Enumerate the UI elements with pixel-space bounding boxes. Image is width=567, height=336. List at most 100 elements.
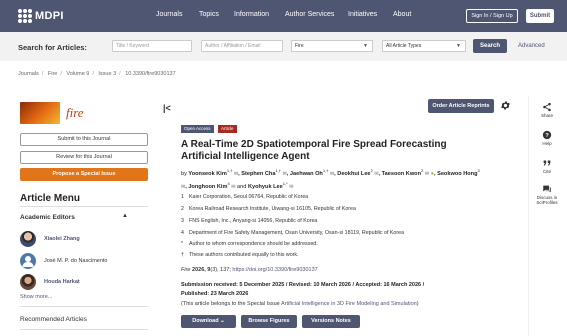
author-sup: 1,* xyxy=(282,180,288,186)
special-issue-link[interactable]: Artificial Intelligence in 3D Fire Model… xyxy=(281,301,417,307)
breadcrumb-issue[interactable]: Issue 3 xyxy=(98,71,116,77)
mdpi-logo[interactable]: MDPI xyxy=(18,7,64,25)
affiliation: 1 Kaier Corporation, Seoul 06764, Republi… xyxy=(181,194,308,200)
help-label: Help xyxy=(542,141,552,146)
avatar xyxy=(20,274,36,290)
gear-icon[interactable] xyxy=(500,100,511,111)
divider xyxy=(20,206,148,207)
recommended-articles-heading[interactable]: Recommended Articles xyxy=(20,316,87,323)
author-affiliation-input[interactable]: Author / Affiliation / Email xyxy=(201,40,283,52)
envelope-icon[interactable]: ✉ xyxy=(181,184,185,190)
author-sup: 3 xyxy=(477,168,480,173)
author-name[interactable]: Deokhui Lee xyxy=(337,171,370,177)
help-action[interactable]: ? Help xyxy=(529,130,565,146)
author-sup: 1,† xyxy=(322,168,329,173)
divider xyxy=(20,329,148,330)
submit-button[interactable]: Submit xyxy=(526,9,554,23)
citation-journal: Fire xyxy=(181,267,191,273)
mdpi-logo-mark-icon xyxy=(18,9,32,23)
author-name[interactable]: Taesoon Kwon xyxy=(382,171,421,177)
citation-year-volume: 2026, 9 xyxy=(192,267,211,273)
title-keyword-input[interactable]: Title / Keyword xyxy=(112,40,192,52)
breadcrumb-doi: 10.3390/fire9030137 xyxy=(125,71,176,77)
chevron-down-icon: ▼ xyxy=(456,43,461,49)
affiliation: 4 Department of Fire Safety Management, O… xyxy=(181,230,404,236)
academic-editors-heading[interactable]: Academic Editors xyxy=(20,214,75,221)
journal-select-value: Fire xyxy=(295,43,304,49)
dates-line-2: Published: 23 March 2026 xyxy=(181,291,249,297)
sign-in-button[interactable]: Sign In / Sign Up xyxy=(466,9,518,23)
affiliation-number: 4 xyxy=(181,230,184,236)
search-bar: Search for Articles: Title / Keyword Aut… xyxy=(0,32,567,61)
browse-figures-button[interactable]: Browse Figures xyxy=(241,315,297,328)
author-sup: 2 xyxy=(421,168,424,173)
discuss-action[interactable]: Discuss in SciProfiles xyxy=(529,184,565,205)
doi-link[interactable]: https://doi.org/10.3390/fire9030137 xyxy=(232,267,317,273)
fire-journal-cover-image[interactable] xyxy=(20,102,60,124)
breadcrumb-fire[interactable]: Fire xyxy=(48,71,57,77)
author-name[interactable]: Yoonseok Kim xyxy=(188,171,226,177)
discuss-label: Discuss in SciProfiles xyxy=(536,195,558,205)
envelope-icon[interactable]: ✉ xyxy=(234,171,238,177)
author-name[interactable]: Jaehwan Oh xyxy=(290,171,323,177)
affiliation: 2 Korea Railroad Research Institute, Uiwa… xyxy=(181,206,356,212)
nav-information[interactable]: Information xyxy=(234,11,269,18)
envelope-icon[interactable]: ✉ xyxy=(231,184,235,190)
quote-icon xyxy=(543,160,551,166)
download-label: Download xyxy=(192,318,219,324)
mdpi-logo-text: MDPI xyxy=(35,10,64,22)
submit-to-journal-button[interactable]: Submit to this Journal xyxy=(20,133,148,146)
envelope-icon[interactable]: ✉ xyxy=(374,171,378,177)
journal-select[interactable]: Fire ▼ xyxy=(291,40,373,52)
journal-name[interactable]: fire xyxy=(66,105,84,121)
affiliation-text: Korea Railroad Research Institute, Uiwan… xyxy=(189,206,356,212)
breadcrumb-journals[interactable]: Journals xyxy=(18,71,39,77)
chevron-down-icon: ▼ xyxy=(363,43,368,49)
author-name[interactable]: Seokwoo Hong xyxy=(437,171,477,177)
avatar xyxy=(20,253,36,269)
affiliation-text: These authors contributed equally to thi… xyxy=(189,252,299,258)
versions-notes-button[interactable]: Versions Notes xyxy=(302,315,360,328)
nav-about[interactable]: About xyxy=(393,11,411,18)
chevron-up-icon[interactable]: ▲ xyxy=(122,213,128,219)
affiliation-number: 1 xyxy=(181,194,184,200)
advanced-search-link[interactable]: Advanced xyxy=(518,43,545,49)
envelope-icon[interactable]: ✉ xyxy=(283,171,287,177)
envelope-icon[interactable]: ✉ xyxy=(425,171,429,177)
author-name[interactable]: Kyohyuk Lee xyxy=(248,184,283,190)
affiliation: † These authors contributed equally to th… xyxy=(181,252,299,258)
nav-topics[interactable]: Topics xyxy=(199,11,219,18)
special-issue-suffix: ) xyxy=(416,301,419,307)
dates-line-1: Submission received: 5 December 2025 / R… xyxy=(181,282,425,288)
envelope-icon[interactable]: ✉ xyxy=(330,171,334,177)
cite-action[interactable]: Cite xyxy=(529,158,565,174)
envelope-icon[interactable]: ✉ xyxy=(289,184,293,190)
order-reprints-button[interactable]: Order Article Reprints xyxy=(428,99,494,113)
editor-name[interactable]: Xiaolei Zhang xyxy=(44,236,80,242)
nav-journals[interactable]: Journals xyxy=(156,11,182,18)
nav-author-services[interactable]: Author Services xyxy=(285,11,334,18)
breadcrumb-volume[interactable]: Volume 9 xyxy=(66,71,89,77)
orcid-icon[interactable]: ● xyxy=(431,171,434,177)
show-more-link[interactable]: Show more... xyxy=(20,294,52,300)
propose-special-issue-button[interactable]: Propose a Special Issue xyxy=(20,168,148,181)
download-button[interactable]: Download ⌄ xyxy=(181,315,236,328)
avatar xyxy=(20,231,36,247)
collapse-sidebar-icon[interactable]: |< xyxy=(163,103,171,113)
article-menu-heading: Article Menu xyxy=(20,193,81,204)
breadcrumb: Journals / Fire / Volume 9/ Issue 3/ 10.33… xyxy=(18,71,176,77)
author-name[interactable]: Stephen Cha xyxy=(241,171,275,177)
open-access-badge: Open Access xyxy=(181,125,214,133)
search-button[interactable]: Search xyxy=(473,39,507,53)
nav-initiatives[interactable]: Initiatives xyxy=(348,11,377,18)
editor-name[interactable]: José M. P. do Nascimento xyxy=(44,258,107,264)
author-sup: 2 xyxy=(370,168,373,173)
share-label: Share xyxy=(540,113,553,118)
article-title: A Real-Time 2D Spatiotemporal Fire Sprea… xyxy=(181,139,447,162)
editor-name[interactable]: Houda Harkat xyxy=(44,279,80,285)
share-action[interactable]: Share xyxy=(529,102,565,118)
review-for-journal-button[interactable]: Review for this Journal xyxy=(20,151,148,164)
article-type-select[interactable]: All Article Types ▼ xyxy=(382,40,466,52)
affiliation-number: * xyxy=(181,241,184,247)
author-name[interactable]: Jonghoon Kim xyxy=(188,184,227,190)
